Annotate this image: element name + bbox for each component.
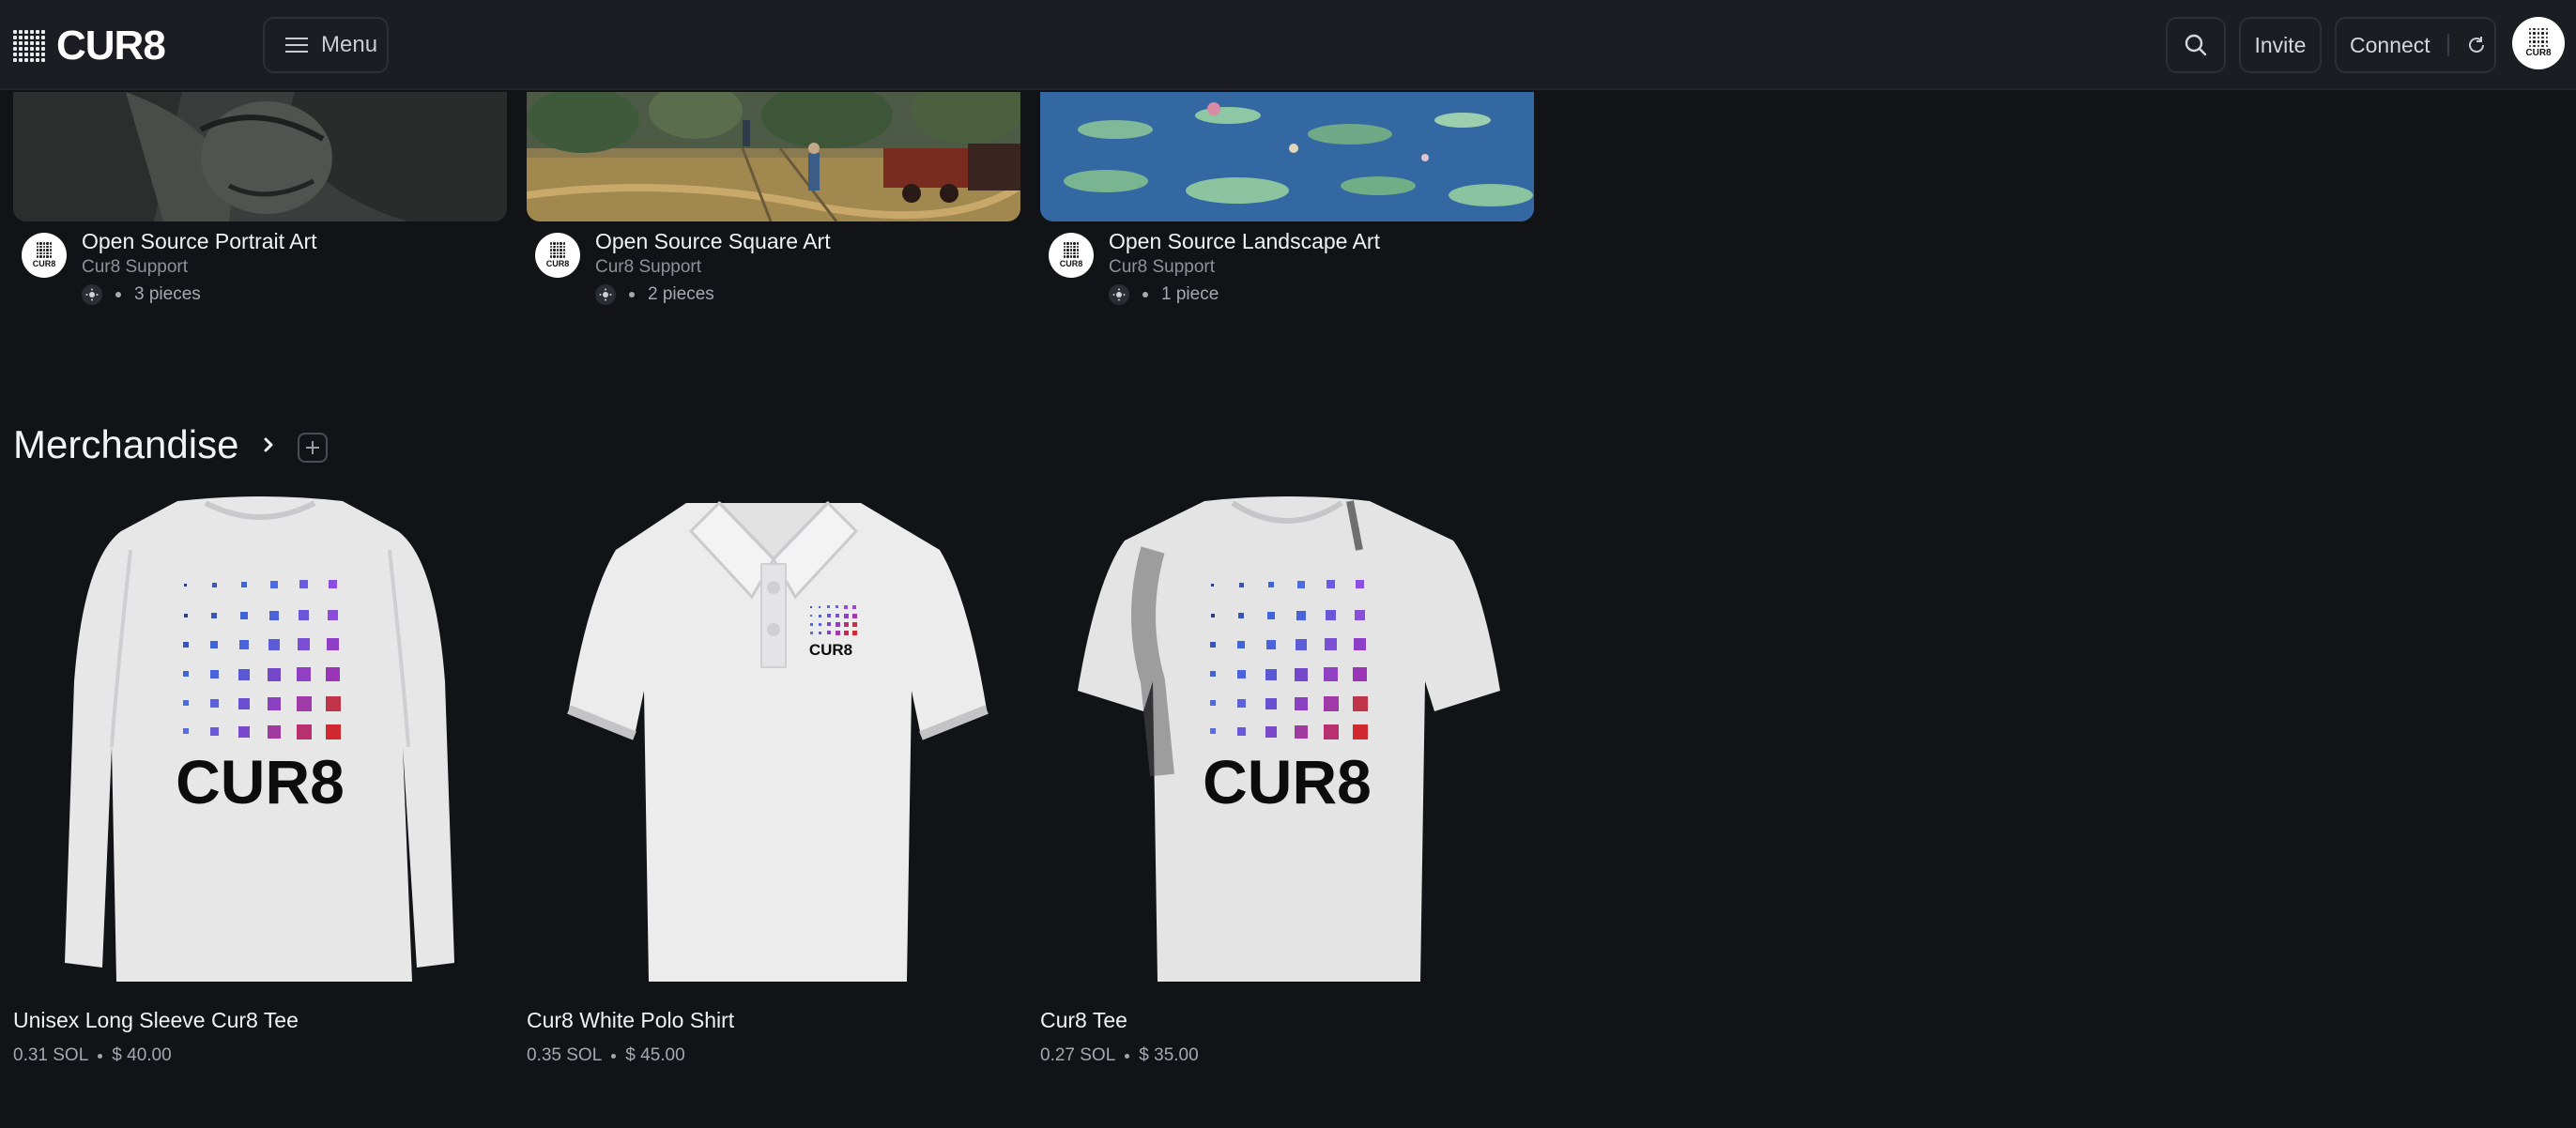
product-image-long-sleeve[interactable]: CUR8 bbox=[13, 494, 507, 1000]
collection-title[interactable]: Open Source Square Art bbox=[595, 229, 831, 254]
collection-owner[interactable]: Cur8 Support bbox=[1109, 257, 1215, 278]
collection-count-row: 1 piece bbox=[1109, 284, 1219, 305]
owner-avatar[interactable]: CUR8 bbox=[535, 233, 580, 278]
product-image-polo[interactable]: CUR8 bbox=[527, 494, 1020, 1000]
shirt-print-text: CUR8 bbox=[176, 747, 345, 816]
price-usd: $ 40.00 bbox=[112, 1045, 172, 1065]
search-button[interactable] bbox=[2166, 17, 2226, 73]
chain-icon bbox=[595, 284, 616, 305]
chevron-right-icon[interactable] bbox=[261, 435, 276, 454]
avatar-grid-icon bbox=[2529, 28, 2548, 47]
invite-label: Invite bbox=[2254, 32, 2307, 57]
product-image-tee[interactable]: CUR8 bbox=[1040, 494, 1534, 1000]
product-card[interactable]: CUR8 Cur8 Tee 0.27 SOL $ 35.00 bbox=[1040, 494, 1534, 1065]
collection-count: 2 pieces bbox=[648, 284, 714, 304]
add-merchandise-button[interactable] bbox=[298, 433, 328, 463]
price-usd: $ 45.00 bbox=[625, 1045, 685, 1065]
top-bar: CUR8 Menu Invite Connect CUR8 bbox=[0, 0, 2576, 90]
price-sol: 0.35 SOL bbox=[527, 1045, 603, 1065]
collection-count-row: 3 pieces bbox=[82, 284, 201, 305]
collection-image-portrait[interactable] bbox=[13, 92, 507, 221]
collection-count: 1 piece bbox=[1161, 284, 1219, 304]
price-sol: 0.27 SOL bbox=[1040, 1045, 1116, 1065]
menu-label: Menu bbox=[321, 32, 378, 57]
collection-image-square[interactable] bbox=[527, 92, 1020, 221]
shirt-print-text: CUR8 bbox=[1203, 747, 1372, 816]
price-usd: $ 35.00 bbox=[1139, 1045, 1199, 1065]
collection-image-landscape[interactable] bbox=[1040, 92, 1534, 221]
chain-icon bbox=[1109, 284, 1129, 305]
collection-title[interactable]: Open Source Landscape Art bbox=[1109, 229, 1380, 254]
plus-icon bbox=[306, 441, 319, 454]
cur8-logo[interactable]: CUR8 bbox=[13, 23, 166, 69]
collection-title[interactable]: Open Source Portrait Art bbox=[82, 229, 317, 254]
product-name[interactable]: Unisex Long Sleeve Cur8 Tee bbox=[13, 1008, 299, 1033]
product-price: 0.35 SOL $ 45.00 bbox=[527, 1045, 685, 1066]
product-name[interactable]: Cur8 Tee bbox=[1040, 1008, 1127, 1033]
polo-print-text: CUR8 bbox=[809, 641, 852, 659]
connect-label: Connect bbox=[2350, 32, 2430, 57]
connect-divider bbox=[2446, 34, 2449, 56]
collection-count-row: 2 pieces bbox=[595, 284, 714, 305]
logo-grid-icon bbox=[13, 30, 45, 62]
merchandise-title[interactable]: Merchandise bbox=[13, 422, 238, 467]
invite-button[interactable]: Invite bbox=[2239, 17, 2322, 73]
collection-owner[interactable]: Cur8 Support bbox=[82, 257, 188, 278]
search-icon bbox=[2185, 34, 2207, 56]
logo-text: CUR8 bbox=[56, 23, 166, 69]
collection-owner[interactable]: Cur8 Support bbox=[595, 257, 701, 278]
collection-card[interactable]: CUR8 Open Source Square Art Cur8 Support… bbox=[527, 92, 1020, 305]
price-sol: 0.31 SOL bbox=[13, 1045, 89, 1065]
collection-count: 3 pieces bbox=[134, 284, 201, 304]
owner-avatar[interactable]: CUR8 bbox=[22, 233, 67, 278]
avatar-text: CUR8 bbox=[2525, 48, 2552, 58]
product-card[interactable]: CUR8 Unisex Long Sleeve Cur8 Tee 0.31 SO… bbox=[13, 494, 507, 1065]
menu-button[interactable]: Menu bbox=[263, 17, 389, 73]
product-price: 0.31 SOL $ 40.00 bbox=[13, 1045, 172, 1066]
collection-card[interactable]: CUR8 Open Source Portrait Art Cur8 Suppo… bbox=[13, 92, 507, 305]
owner-avatar[interactable]: CUR8 bbox=[1049, 233, 1094, 278]
product-card[interactable]: CUR8 Cur8 White Polo Shirt 0.35 SOL $ 45… bbox=[527, 494, 1020, 1065]
chain-icon bbox=[82, 284, 102, 305]
user-avatar[interactable]: CUR8 bbox=[2512, 17, 2565, 69]
hamburger-icon bbox=[285, 38, 308, 53]
refresh-icon[interactable] bbox=[2466, 35, 2487, 55]
product-name[interactable]: Cur8 White Polo Shirt bbox=[527, 1008, 734, 1033]
collection-card[interactable]: CUR8 Open Source Landscape Art Cur8 Supp… bbox=[1040, 92, 1534, 305]
connect-button[interactable]: Connect bbox=[2335, 17, 2496, 73]
product-price: 0.27 SOL $ 35.00 bbox=[1040, 1045, 1199, 1066]
